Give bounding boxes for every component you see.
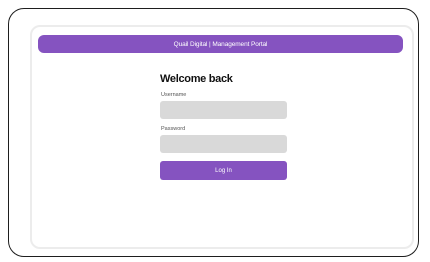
username-label: Username xyxy=(161,92,187,98)
login-heading: Welcome back xyxy=(160,73,233,85)
portal-header: Quail Digital | Management Portal xyxy=(38,35,403,53)
password-input[interactable] xyxy=(160,135,287,153)
username-input[interactable] xyxy=(160,101,287,119)
portal-title: Quail Digital | Management Portal xyxy=(173,40,268,48)
password-label: Password xyxy=(161,126,186,132)
login-button[interactable]: Log In xyxy=(160,161,287,180)
